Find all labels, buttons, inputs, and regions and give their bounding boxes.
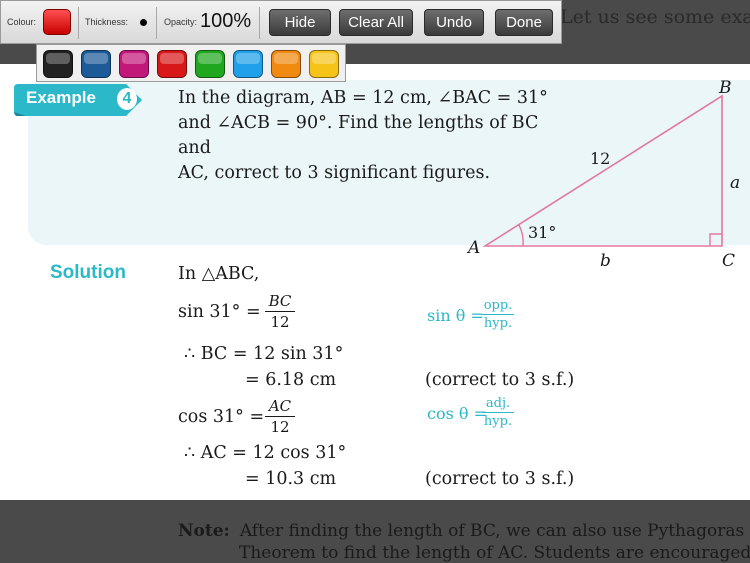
side-ab-label: 12 xyxy=(590,149,610,168)
swatch-green[interactable] xyxy=(195,50,225,78)
background-text: Let us see some example xyxy=(560,6,750,28)
cos-hint-numerator: adj. xyxy=(485,396,511,411)
vertex-a-label: A xyxy=(466,238,480,258)
note: Note: After finding the length of BC, we … xyxy=(178,520,750,563)
vertex-c-label: C xyxy=(722,251,735,271)
annotation-toolbar: Colour: Thickness: Opacity: 100% Hide Cl… xyxy=(0,0,562,44)
thickness-label: Thickness: xyxy=(85,17,129,27)
note-line-2: Theorem to find the length of AC. Studen… xyxy=(239,543,750,563)
cos-numerator: AC xyxy=(268,397,292,415)
opacity-label: Opacity: xyxy=(164,17,198,27)
clear-all-button[interactable]: Clear All xyxy=(339,9,413,36)
sin-hint-denominator: hyp. xyxy=(483,316,513,331)
swatch-black[interactable] xyxy=(43,50,73,78)
sin-equation-lhs: sin 31° = xyxy=(178,302,261,322)
cos-hint: cos θ = xyxy=(427,404,487,423)
undo-button[interactable]: Undo xyxy=(424,9,484,36)
textbook-page: Example 4 In the diagram, AB = 12 cm, ∠B… xyxy=(0,64,750,500)
colour-label: Colour: xyxy=(7,17,37,27)
ac-line: ∴ AC = 12 cos 31° xyxy=(184,443,347,463)
ac-note: (correct to 3 s.f.) xyxy=(425,469,575,489)
example-label: Example xyxy=(26,88,96,107)
example-number: 4 xyxy=(117,88,137,110)
swatch-red[interactable] xyxy=(157,50,187,78)
swatch-blue[interactable] xyxy=(81,50,111,78)
angle-label: 31° xyxy=(528,223,556,242)
opacity-value[interactable]: 100% xyxy=(200,10,251,33)
cos-hint-lhs: cos θ = xyxy=(427,404,488,423)
cos-equation-lhs: cos 31° = xyxy=(178,407,265,427)
done-button[interactable]: Done xyxy=(495,9,553,36)
sin-fraction: BC 12 xyxy=(265,292,295,331)
solution-label: Solution xyxy=(50,262,126,283)
ac-result: = 10.3 cm xyxy=(245,469,337,489)
solution-line-0: In △ABC, xyxy=(178,264,260,284)
bc-note: (correct to 3 s.f.) xyxy=(425,370,575,390)
swatch-magenta[interactable] xyxy=(119,50,149,78)
swatch-orange[interactable] xyxy=(271,50,301,78)
bc-result: = 6.18 cm xyxy=(245,370,337,390)
cos-denominator: 12 xyxy=(270,418,290,436)
note-label: Note: xyxy=(178,521,230,541)
angle-arc xyxy=(518,224,524,247)
vertex-b-label: B xyxy=(718,78,732,98)
swatch-yellow[interactable] xyxy=(309,50,339,78)
cos-hint-denominator: hyp. xyxy=(483,414,513,429)
thickness-dot[interactable] xyxy=(140,19,147,26)
dimmed-page-bottom: Note: After finding the length of BC, we … xyxy=(0,500,750,563)
sin-hint-numerator: opp. xyxy=(483,298,513,313)
sin-hint-lhs: sin θ = xyxy=(427,306,484,325)
swatch-light-blue[interactable] xyxy=(233,50,263,78)
sin-numerator: BC xyxy=(268,292,292,310)
hide-button[interactable]: Hide xyxy=(269,9,331,36)
colour-picker[interactable] xyxy=(43,9,71,35)
colour-palette xyxy=(36,44,346,82)
sin-denominator: 12 xyxy=(270,313,290,331)
note-line-1: After finding the length of BC, we can a… xyxy=(239,521,745,541)
side-ac-label: b xyxy=(600,251,611,271)
side-bc-label: a xyxy=(730,173,740,193)
triangle-diagram: A B C 12 a b 31° xyxy=(466,78,740,271)
sin-hint: sin θ = xyxy=(427,306,484,325)
triangle xyxy=(482,94,723,247)
bc-line: ∴ BC = 12 sin 31° xyxy=(184,344,344,364)
right-angle-marker xyxy=(709,233,722,246)
cos-fraction: AC 12 xyxy=(265,397,295,436)
